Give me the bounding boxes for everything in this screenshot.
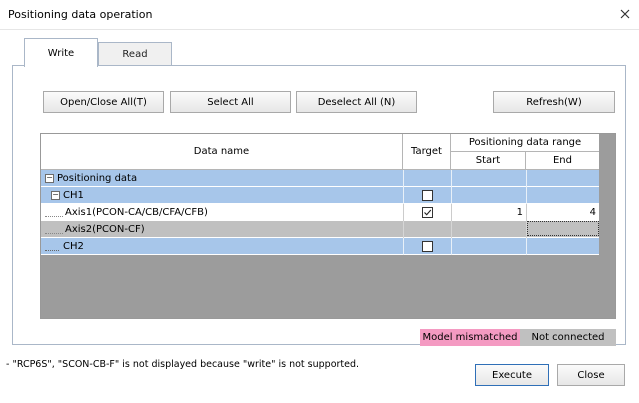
header-start[interactable]: Start xyxy=(451,152,526,170)
legend-model-mismatched: Model mismatched xyxy=(420,329,520,346)
header-target[interactable]: Target xyxy=(403,134,451,170)
header-data-name-label: Data name xyxy=(193,146,250,157)
check-icon xyxy=(423,209,431,216)
row-name: Positioning data xyxy=(57,172,138,184)
positioning-data-grid[interactable]: Data name Target Positioning data range … xyxy=(40,133,616,319)
window-title: Positioning data operation xyxy=(8,8,153,21)
target-cell xyxy=(403,204,451,220)
close-icon[interactable] xyxy=(617,6,633,22)
end-cell[interactable]: 4 xyxy=(526,204,596,220)
tab-read-label: Read xyxy=(122,49,148,60)
target-cell xyxy=(403,187,451,203)
table-row[interactable]: CH2 xyxy=(41,238,600,255)
deselect-all-button[interactable]: Deselect All (N) xyxy=(296,91,417,113)
start-value: 1 xyxy=(516,206,523,218)
refresh-label: Refresh(W) xyxy=(526,96,582,108)
end-value: 4 xyxy=(589,206,596,218)
header-end[interactable]: End xyxy=(526,152,600,170)
header-range-group: Positioning data range xyxy=(451,134,600,152)
table-row[interactable]: Axis2(PCON-CF) xyxy=(41,221,600,238)
collapse-icon[interactable]: − xyxy=(51,190,60,200)
execute-label: Execute xyxy=(492,369,532,381)
header-target-label: Target xyxy=(411,146,442,157)
table-row[interactable]: Axis1(PCON-CA/CB/CFA/CFB) 1 4 xyxy=(41,204,600,221)
table-row[interactable]: − CH1 xyxy=(41,187,600,204)
close-label: Close xyxy=(577,369,605,381)
row-name: Axis1(PCON-CA/CB/CFA/CFB) xyxy=(65,206,208,218)
open-close-all-label: Open/Close All(T) xyxy=(60,96,147,108)
execute-button[interactable]: Execute xyxy=(475,364,549,386)
header-range-group-label: Positioning data range xyxy=(468,137,582,148)
tab-write-label: Write xyxy=(47,47,75,59)
refresh-button[interactable]: Refresh(W) xyxy=(493,91,615,113)
row-name-cell: Axis2(PCON-CF) xyxy=(45,221,401,237)
target-checkbox[interactable] xyxy=(421,240,433,252)
select-all-label: Select All xyxy=(207,96,254,108)
vertical-scrollbar-area xyxy=(599,134,615,318)
row-name-cell: CH2 xyxy=(45,238,401,254)
legend-not-connected: Not connected xyxy=(520,329,616,346)
open-close-all-button[interactable]: Open/Close All(T) xyxy=(43,91,164,113)
footer-note: - "RCP6S", "SCON-CB-F" is not displayed … xyxy=(6,359,360,370)
target-checkbox[interactable] xyxy=(421,189,433,201)
target-cell xyxy=(403,238,451,254)
row-name-cell: Axis1(PCON-CA/CB/CFA/CFB) xyxy=(45,204,401,220)
row-name: Axis2(PCON-CF) xyxy=(65,223,145,235)
deselect-all-label: Deselect All (N) xyxy=(317,96,396,108)
row-name: CH2 xyxy=(63,240,84,252)
target-checkbox[interactable] xyxy=(421,206,433,218)
collapse-icon[interactable]: − xyxy=(45,173,54,183)
header-start-label: Start xyxy=(475,155,501,166)
header-end-label: End xyxy=(552,155,572,166)
row-name: CH1 xyxy=(63,189,84,201)
row-name-cell: − Positioning data xyxy=(45,170,401,186)
title-bar: Positioning data operation xyxy=(0,0,639,30)
tab-write[interactable]: Write xyxy=(24,38,98,67)
legend-not-connected-label: Not connected xyxy=(531,332,605,343)
row-name-cell: − CH1 xyxy=(45,187,401,203)
end-cell-focused[interactable] xyxy=(527,221,599,236)
close-button[interactable]: Close xyxy=(557,364,625,386)
select-all-button[interactable]: Select All xyxy=(170,91,291,113)
header-data-name[interactable]: Data name xyxy=(41,134,403,170)
legend-model-mismatched-label: Model mismatched xyxy=(422,332,518,343)
table-row[interactable]: − Positioning data xyxy=(41,170,600,187)
start-cell[interactable]: 1 xyxy=(451,204,523,220)
tab-read[interactable]: Read xyxy=(98,42,172,66)
